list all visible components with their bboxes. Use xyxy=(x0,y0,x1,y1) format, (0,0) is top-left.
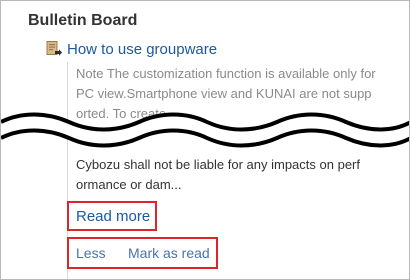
post-excerpt-bottom: Cybozu shall not be liable for any impac… xyxy=(76,157,360,192)
less-link[interactable]: Less xyxy=(76,245,106,261)
read-more-link[interactable]: Read more xyxy=(76,208,150,225)
read-more-highlight: Read more xyxy=(67,201,157,231)
post-actions-highlight: Less Mark as read xyxy=(67,237,218,269)
bulletin-board-panel: Bulletin Board How to use groupware Note… xyxy=(0,0,410,280)
panel-title: Bulletin Board xyxy=(28,12,138,29)
mark-as-read-link[interactable]: Mark as read xyxy=(128,245,210,261)
content-omitted-break xyxy=(1,112,409,148)
post-title-link[interactable]: How to use groupware xyxy=(67,41,217,58)
bulletin-post-icon xyxy=(46,41,62,57)
